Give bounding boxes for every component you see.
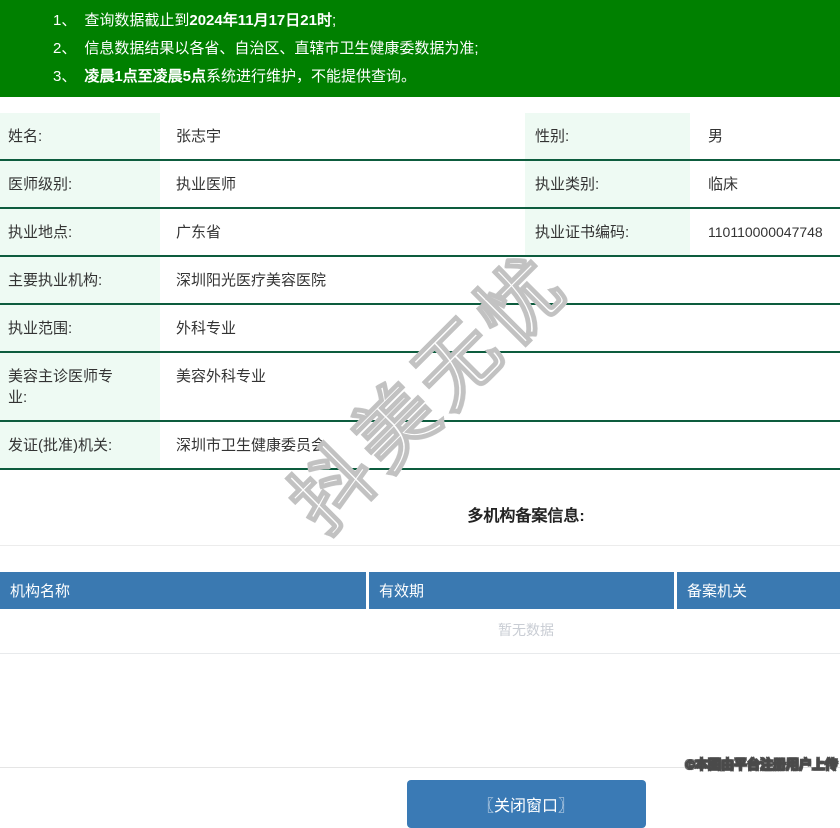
certificate-number-value: 110110000047748 xyxy=(690,208,840,257)
footer-bar: 〖关闭窗口〗 xyxy=(0,767,840,828)
table-row: 美容主诊医师专业: 美容外科专业 xyxy=(0,352,840,422)
notice-banner: 1、 查询数据截止到2024年11月17日21时; 2、 信息数据结果以各省、自治区… xyxy=(0,0,840,97)
notice-line-3-end: 系统进行维护，不能提供查询。 xyxy=(206,68,417,85)
table-row: 医师级别: 执业医师 执业类别: 临床 xyxy=(0,160,840,209)
cosmetic-specialty-label: 美容主诊医师专业: xyxy=(0,352,160,422)
notice-line-1-number: 1、 xyxy=(53,12,77,29)
practice-category-label: 执业类别: xyxy=(525,160,690,209)
certificate-number-label: 执业证书编码: xyxy=(525,208,690,257)
notice-line-2-text: 信息数据结果以各省、自治区、直辖市卫生健康委数据为准; xyxy=(84,40,479,57)
notice-line-3-number: 3、 xyxy=(53,68,77,85)
org-table-header: 机构名称 有效期 备案机关 xyxy=(0,572,840,609)
doctor-level-label: 医师级别: xyxy=(0,160,160,209)
name-label: 姓名: xyxy=(0,113,160,161)
notice-line-2-number: 2、 xyxy=(53,40,77,57)
main-institution-label: 主要执业机构: xyxy=(0,256,160,305)
table-row: 姓名: 张志宇 性别: 男 xyxy=(0,113,840,161)
empty-data-placeholder: 暂无数据 xyxy=(0,609,840,654)
practice-location-label: 执业地点: xyxy=(0,208,160,257)
practice-scope-label: 执业范围: xyxy=(0,304,160,353)
validity-column-header: 有效期 xyxy=(369,572,674,609)
practice-location-value: 广东省 xyxy=(160,208,525,257)
gender-label: 性别: xyxy=(525,113,690,161)
page-container: 1、 查询数据截止到2024年11月17日21时; 2、 信息数据结果以各省、自治区… xyxy=(0,0,840,828)
notice-line-1-end: ; xyxy=(331,12,337,29)
notice-line-2: 2、 信息数据结果以各省、自治区、直辖市卫生健康委数据为准; xyxy=(53,35,840,63)
org-name-column-header: 机构名称 xyxy=(0,572,366,609)
close-window-button[interactable]: 〖关闭窗口〗 xyxy=(406,780,646,828)
practice-category-value: 临床 xyxy=(690,160,840,209)
gender-value: 男 xyxy=(690,113,840,161)
notice-line-3: 3、 凌晨1点至凌晨5点系统进行维护，不能提供查询。 xyxy=(53,63,840,91)
notice-line-1: 1、 查询数据截止到2024年11月17日21时; xyxy=(53,7,840,35)
notice-line-3-bold: 凌晨1点至凌晨5点 xyxy=(84,68,207,85)
practice-scope-value: 外科专业 xyxy=(160,304,840,353)
table-row: 发证(批准)机关: 深圳市卫生健康委员会 xyxy=(0,421,840,470)
multi-institution-section-title: 多机构备案信息: xyxy=(0,482,840,546)
name-value: 张志宇 xyxy=(160,113,525,161)
issuing-authority-value: 深圳市卫生健康委员会 xyxy=(160,421,840,470)
main-institution-value: 深圳阳光医疗美容医院 xyxy=(160,256,840,305)
filing-authority-column-header: 备案机关 xyxy=(677,572,840,609)
notice-line-1-text: 查询数据截止到 xyxy=(84,12,190,29)
table-row: 执业地点: 广东省 执业证书编码: 110110000047748 xyxy=(0,208,840,257)
cosmetic-specialty-value: 美容外科专业 xyxy=(160,352,840,422)
notice-line-1-bold: 2024年11月17日21时 xyxy=(189,12,332,29)
table-row: 主要执业机构: 深圳阳光医疗美容医院 xyxy=(0,256,840,305)
doctor-level-value: 执业医师 xyxy=(160,160,525,209)
doctor-info-table: 姓名: 张志宇 性别: 男 医师级别: 执业医师 执业类别: 临床 执业地点: … xyxy=(0,113,840,470)
issuing-authority-label: 发证(批准)机关: xyxy=(0,421,160,470)
table-row: 执业范围: 外科专业 xyxy=(0,304,840,353)
